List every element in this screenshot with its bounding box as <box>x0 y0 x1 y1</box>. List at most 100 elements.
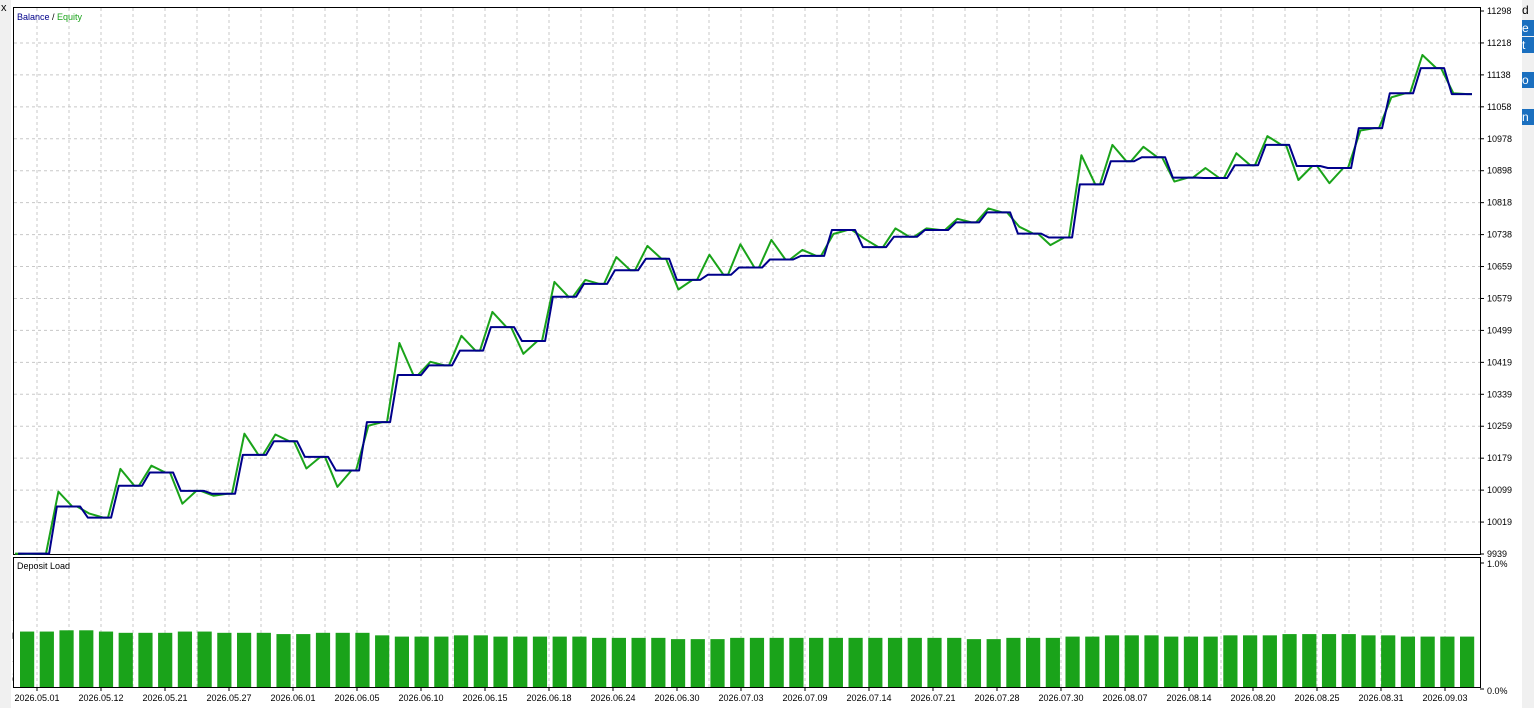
deposit-load-bar <box>335 632 350 687</box>
sub-y-tick-label: 0.0% <box>1487 686 1508 696</box>
deposit-load-bar <box>1045 637 1060 687</box>
y-tick-label: 11058 <box>1487 102 1511 112</box>
deposit-load-bar <box>1381 635 1396 687</box>
x-tick-label: 2026.07.03 <box>718 693 763 703</box>
y-tick-label: 10898 <box>1487 166 1512 176</box>
deposit-load-bar <box>453 635 469 687</box>
x-tick-label: 2026.06.30 <box>654 693 699 703</box>
x-tick-label: 2026.06.10 <box>398 693 443 703</box>
deposit-load-bar <box>1065 636 1080 687</box>
x-tick-label: 2026.08.07 <box>1102 693 1147 703</box>
y-tick-label: 10419 <box>1487 357 1512 367</box>
x-tick-label: 2026.08.14 <box>1166 693 1211 703</box>
deposit-load-bar <box>39 631 54 687</box>
deposit-load-bar <box>710 639 725 687</box>
y-tick-label: 10339 <box>1487 389 1512 399</box>
y-tick-label: 10579 <box>1487 293 1512 303</box>
deposit-load-bar <box>138 632 153 687</box>
deposit-load-bar <box>1302 634 1317 687</box>
x-tick-label: 2026.05.21 <box>142 693 187 703</box>
deposit-load-bar <box>552 636 567 687</box>
deposit-load-bar <box>907 637 922 687</box>
deposit-load-bar <box>59 630 74 687</box>
deposit-load-bar <box>98 631 114 687</box>
deposit-load-bar <box>690 639 705 687</box>
legend-equity: Equity <box>57 12 83 22</box>
deposit-load-bar <box>631 637 646 687</box>
deposit-load-bar <box>1026 637 1041 687</box>
x-tick-label: 2026.08.25 <box>1294 693 1339 703</box>
deposit-load-bar <box>1164 636 1179 687</box>
right-tab-4[interactable]: o <box>1522 72 1534 88</box>
deposit-load-bar <box>276 634 291 687</box>
deposit-load-bar <box>394 636 409 687</box>
x-tick-label: 2026.06.24 <box>590 693 635 703</box>
strategy-tester-graph: x Strategy Tester 1129811218111381105810… <box>0 0 1534 708</box>
deposit-load-bar <box>1243 635 1258 687</box>
deposit-load-bar <box>1104 635 1120 687</box>
deposit-load-bar <box>1006 637 1021 687</box>
deposit-load-bar <box>769 637 784 687</box>
x-tick-label: 2026.05.01 <box>14 693 59 703</box>
deposit-load-bar <box>848 637 863 687</box>
deposit-load-bar <box>1124 635 1139 687</box>
y-tick-label: 10738 <box>1487 230 1512 240</box>
deposit-load-bar <box>414 636 429 687</box>
deposit-load-bar <box>572 636 587 687</box>
x-tick-label: 2026.07.30 <box>1038 693 1083 703</box>
y-tick-label: 10259 <box>1487 421 1512 431</box>
deposit-load-bar <box>217 632 232 687</box>
deposit-load-bar <box>887 637 903 687</box>
right-tab-3[interactable]: t <box>1522 37 1534 53</box>
deposit-load-bar <box>473 635 488 687</box>
deposit-load-bar <box>118 632 133 687</box>
x-axis: 2026.05.01 2026.05.12 2026.05.21 2026.05.27… <box>14 687 1468 703</box>
main-chart-frame <box>13 7 1481 555</box>
x-tick-label: 2026.07.09 <box>782 693 827 703</box>
deposit-load-bar <box>1361 635 1376 687</box>
sub-y-tick-label: 1.0% <box>1487 559 1508 569</box>
right-tab-1[interactable]: d <box>1522 2 1534 18</box>
deposit-load-bar <box>927 637 942 687</box>
deposit-load-title: Deposit Load <box>17 561 70 571</box>
deposit-load-frame <box>13 557 1481 688</box>
deposit-load-bar <box>513 636 528 687</box>
deposit-load-bar <box>966 639 982 687</box>
deposit-load-bar <box>20 631 35 687</box>
deposit-load-bar <box>355 632 370 687</box>
y-tick-label: 9939 <box>1487 549 1507 559</box>
deposit-load-bar <box>1262 635 1277 687</box>
x-tick-label: 2026.05.27 <box>206 693 251 703</box>
y-tick-label: 10019 <box>1487 517 1512 527</box>
deposit-load-bar <box>177 631 193 687</box>
deposit-load-bar <box>592 637 607 687</box>
x-tick-label: 2026.06.15 <box>462 693 507 703</box>
x-tick-label: 2026.06.18 <box>526 693 571 703</box>
deposit-load-bar <box>79 630 94 687</box>
main-y-axis: 11298 11218 11138 11058 10978 10898 10818 10738… <box>1480 6 1512 559</box>
y-tick-label: 11298 <box>1487 6 1511 16</box>
legend-balance: Balance <box>17 12 50 22</box>
deposit-load-bar <box>1223 635 1238 687</box>
x-tick-label: 2026.09.03 <box>1422 693 1467 703</box>
deposit-load-bar <box>730 637 745 687</box>
deposit-load-bar <box>1341 634 1356 687</box>
deposit-load-bar <box>532 636 548 687</box>
deposit-load-bar <box>611 637 626 687</box>
deposit-load-bar <box>375 635 390 687</box>
deposit-load-bar <box>1420 636 1435 687</box>
deposit-load-bar <box>236 632 252 687</box>
y-tick-label: 10499 <box>1487 325 1512 335</box>
right-tab-2[interactable]: e <box>1522 20 1534 36</box>
x-tick-label: 2026.06.01 <box>270 693 315 703</box>
deposit-load-bar <box>1085 636 1100 687</box>
x-tick-label: 2026.05.12 <box>78 693 123 703</box>
deposit-load-bar <box>868 637 883 687</box>
deposit-load-bar <box>296 634 311 687</box>
deposit-load-bar <box>651 637 666 687</box>
x-tick-label: 2026.07.14 <box>846 693 891 703</box>
deposit-load-bar <box>749 637 765 687</box>
deposit-load-bar <box>256 632 271 687</box>
deposit-load-bar <box>1144 635 1159 687</box>
right-tab-5[interactable]: n <box>1522 109 1534 125</box>
